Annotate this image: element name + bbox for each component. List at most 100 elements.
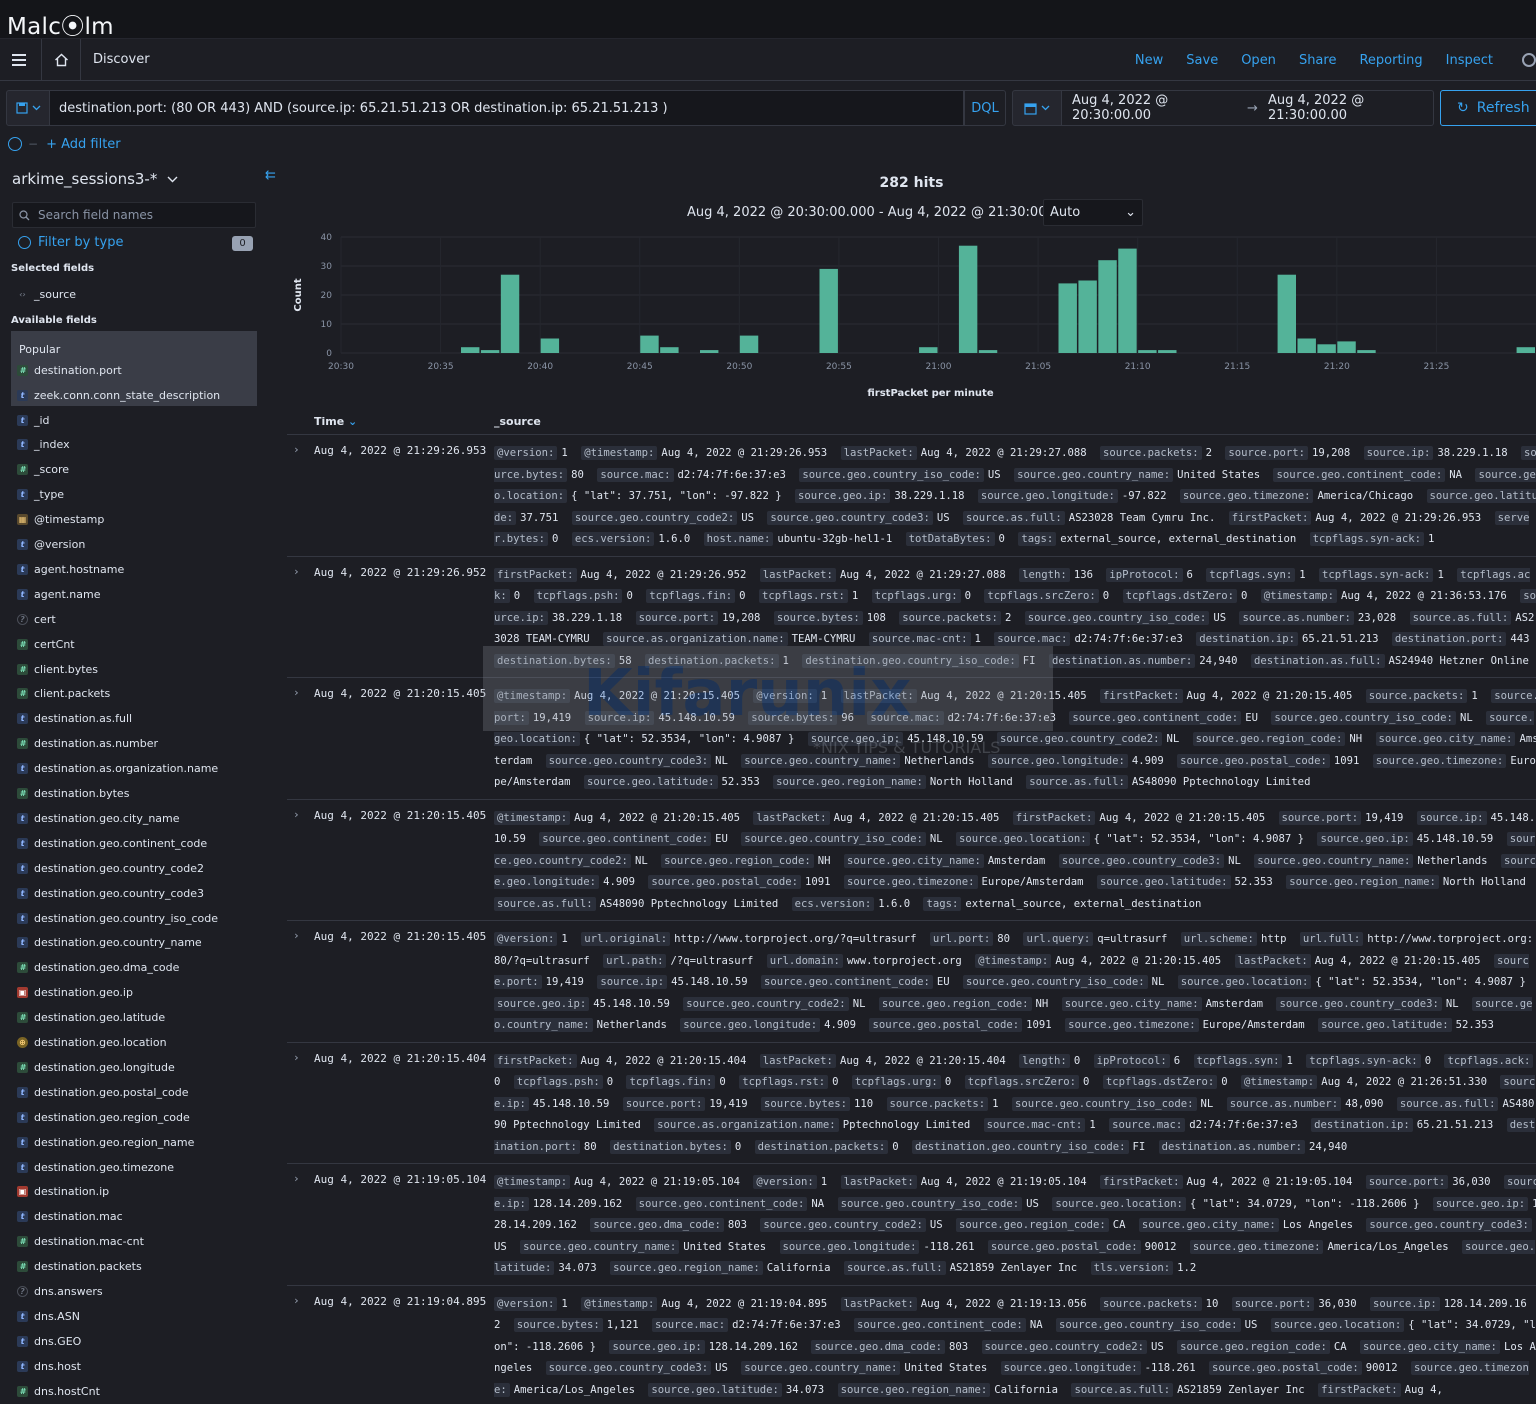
field-item[interactable]: ? cert xyxy=(17,609,56,629)
field-value: { "lat": 37.751, "lon": -97.822 } xyxy=(571,490,782,502)
field-item[interactable]: # destination.geo.longitude xyxy=(17,1057,175,1077)
reporting-link[interactable]: Reporting xyxy=(1359,53,1422,68)
time-column-header[interactable]: Time ⌄ xyxy=(314,415,357,428)
field-name: agent.name xyxy=(34,587,101,601)
field-item[interactable]: t destination.geo.city_name xyxy=(17,808,180,828)
field-name: destination.geo.continent_code xyxy=(34,836,208,850)
field-item[interactable]: # dns.hostCnt xyxy=(17,1381,100,1401)
expand-row-icon[interactable]: › xyxy=(293,1172,300,1185)
field-value: 108 xyxy=(866,611,886,624)
field-item[interactable]: t destination.geo.region_name xyxy=(17,1132,194,1152)
expand-row-icon[interactable]: › xyxy=(293,929,300,942)
field-item[interactable]: t destination.geo.country_code3 xyxy=(17,883,204,903)
row-time: Aug 4, 2022 @ 21:29:26.953 xyxy=(314,444,487,457)
field-value: 38.229.1.18 xyxy=(894,490,965,502)
field-key: lastPacket: xyxy=(840,1175,917,1189)
filter-menu-icon[interactable] xyxy=(8,137,22,151)
field-item[interactable]: t destination.mac xyxy=(17,1207,123,1227)
date-picker-button[interactable] xyxy=(1012,90,1062,126)
add-filter-button[interactable]: + Add filter xyxy=(46,137,121,152)
field-item[interactable]: t dns.GEO xyxy=(17,1331,81,1351)
selected-field-source[interactable]: ‹› _source xyxy=(17,288,76,301)
field-key: @timestamp: xyxy=(494,689,571,703)
field-key: source.port: xyxy=(1231,1296,1315,1311)
field-item[interactable]: # destination.port xyxy=(17,360,122,380)
expand-row-icon[interactable]: › xyxy=(293,443,300,456)
number-type-icon: # xyxy=(17,1261,28,1273)
save-link[interactable]: Save xyxy=(1186,53,1218,68)
field-value: FI xyxy=(1022,654,1036,667)
start-date[interactable]: Aug 4, 2022 @ 20:30:00.00 xyxy=(1072,93,1237,123)
field-item[interactable]: t @version xyxy=(17,535,85,555)
new-link[interactable]: New xyxy=(1135,53,1163,68)
field-item[interactable]: t zeek.conn.conn_state_description xyxy=(17,385,220,405)
unknown-type-icon: ? xyxy=(17,613,28,625)
field-item[interactable]: # destination.bytes xyxy=(17,784,129,804)
field-item[interactable]: t agent.name xyxy=(17,584,100,604)
field-item[interactable]: # destination.geo.latitude xyxy=(17,1008,165,1028)
field-item[interactable]: # client.packets xyxy=(17,684,110,704)
field-item[interactable]: t _id xyxy=(17,410,50,430)
expand-row-icon[interactable]: › xyxy=(293,565,300,578)
inspect-link[interactable]: Inspect xyxy=(1446,53,1493,68)
field-value: 90012 xyxy=(1144,1240,1177,1253)
field-value: 23,028 xyxy=(1357,611,1397,624)
expand-row-icon[interactable]: › xyxy=(293,1051,300,1064)
filter-by-type-button[interactable]: Filter by type xyxy=(18,235,123,250)
field-key: destination.ip: xyxy=(1196,632,1298,646)
field-item[interactable]: ▦ @timestamp xyxy=(17,510,104,530)
index-pattern-selector[interactable]: arkime_sessions3-* xyxy=(12,170,178,188)
field-value: 2 xyxy=(1205,447,1213,459)
field-item[interactable]: t dns.host xyxy=(17,1356,81,1376)
field-item[interactable]: t dns.ASN xyxy=(17,1306,80,1326)
refresh-button[interactable]: ↻ Refresh xyxy=(1440,90,1536,126)
field-item[interactable]: ▣ destination.geo.ip xyxy=(17,983,133,1003)
field-item[interactable]: t destination.geo.country_code2 xyxy=(17,858,204,878)
share-link[interactable]: Share xyxy=(1299,53,1337,68)
settings-gear-icon[interactable] xyxy=(1522,53,1536,67)
breadcrumb-discover[interactable]: Discover xyxy=(93,52,150,67)
field-item[interactable]: # destination.geo.dma_code xyxy=(17,958,179,978)
field-item[interactable]: t destination.geo.postal_code xyxy=(17,1082,189,1102)
field-item[interactable]: t destination.geo.country_name xyxy=(17,933,202,953)
field-item[interactable]: # destination.as.number xyxy=(17,734,158,754)
field-value: Europe/Amsterdam xyxy=(981,876,1084,888)
histogram-bar xyxy=(1078,280,1097,353)
field-item[interactable]: # destination.mac-cnt xyxy=(17,1232,144,1252)
expand-row-icon[interactable]: › xyxy=(293,686,300,699)
menu-button[interactable] xyxy=(0,39,37,81)
saved-query-button[interactable] xyxy=(6,90,50,126)
expand-row-icon[interactable]: › xyxy=(293,808,300,821)
field-item[interactable]: t destination.geo.country_iso_code xyxy=(17,908,218,928)
field-item[interactable]: # destination.packets xyxy=(17,1257,142,1277)
field-item[interactable]: t destination.as.full xyxy=(17,709,132,729)
field-item[interactable]: t agent.hostname xyxy=(17,559,124,579)
field-item[interactable]: # certCnt xyxy=(17,634,75,654)
query-input[interactable]: destination.port: (80 OR 443) AND (sourc… xyxy=(50,90,964,126)
field-item[interactable]: ? dns.answers xyxy=(17,1282,103,1302)
dql-button[interactable]: DQL xyxy=(964,90,1006,126)
field-search-input[interactable]: Search field names xyxy=(12,202,256,228)
date-range[interactable]: Aug 4, 2022 @ 20:30:00.00 → Aug 4, 2022 … xyxy=(1062,90,1434,126)
field-value: 1,121 xyxy=(606,1319,639,1331)
field-item[interactable]: t destination.geo.continent_code xyxy=(17,833,207,853)
field-item[interactable]: ▣ destination.ip xyxy=(17,1182,109,1202)
field-item[interactable]: # client.bytes xyxy=(17,659,98,679)
collapse-sidebar-icon[interactable]: ⇇ xyxy=(265,168,276,183)
end-date[interactable]: Aug 4, 2022 @ 21:30:00.00 xyxy=(1268,93,1433,123)
expand-row-icon[interactable]: › xyxy=(293,1294,300,1307)
field-item[interactable]: # _score xyxy=(17,460,69,480)
open-link[interactable]: Open xyxy=(1241,53,1276,68)
field-item[interactable]: t _type xyxy=(17,485,64,505)
field-item[interactable]: t destination.geo.timezone xyxy=(17,1157,174,1177)
field-item[interactable]: ⊕ destination.geo.location xyxy=(17,1033,167,1053)
field-key: source.geo.country_name: xyxy=(520,1239,680,1254)
field-item[interactable]: t destination.geo.region_code xyxy=(17,1107,190,1127)
string-type-icon: t xyxy=(17,588,28,600)
field-item[interactable]: t _index xyxy=(17,435,70,455)
field-key: source.port: xyxy=(635,610,719,625)
x-tick-label: 21:05 xyxy=(1025,362,1051,372)
field-item[interactable]: t destination.as.organization.name xyxy=(17,759,218,779)
home-button[interactable] xyxy=(41,39,81,81)
interval-select[interactable]: Auto ⌄ xyxy=(1043,199,1143,226)
